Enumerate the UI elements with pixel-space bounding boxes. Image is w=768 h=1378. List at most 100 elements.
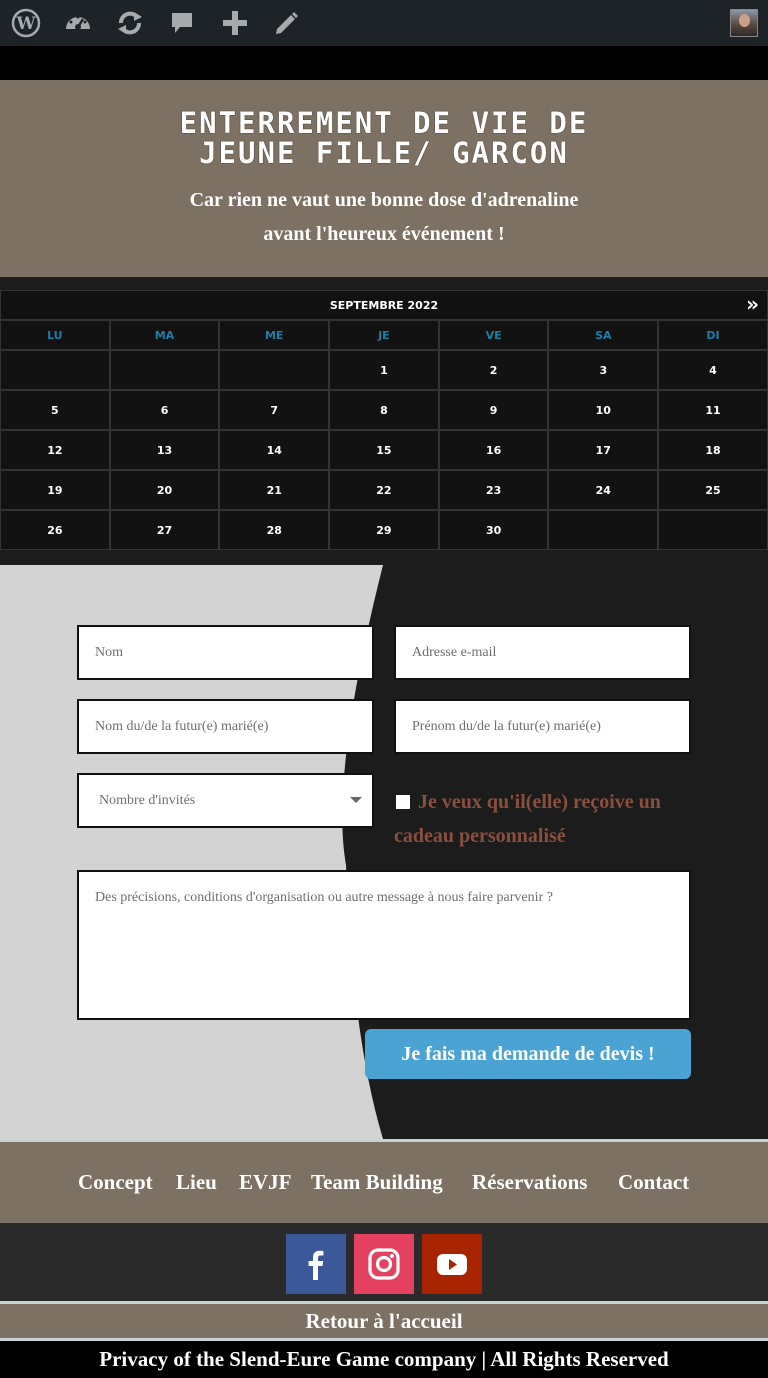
svg-text:W: W [15,14,36,34]
calendar-day[interactable]: 24 [548,470,659,510]
calendar-day[interactable]: 29 [329,510,439,550]
calendar-day[interactable]: 15 [329,430,439,470]
calendar-week-row: 1234 [0,350,768,390]
footer-link-evjf[interactable]: EVJF [239,1170,292,1195]
calendar-day[interactable]: 22 [329,470,439,510]
calendar-day[interactable]: 10 [548,390,659,430]
prenom-marie-field[interactable]: Prénom du/de la futur(e) marié(e) [394,699,691,754]
calendar-day[interactable]: 12 [0,430,110,470]
calendar-day[interactable]: 21 [219,470,330,510]
footer-link-team-building[interactable]: Team Building [311,1170,443,1195]
calendar-month: SEPTEMBRE 2022 [329,298,439,312]
email-placeholder: Adresse e-mail [412,644,497,660]
calendar-day[interactable]: 17 [548,430,659,470]
calendar-week-row: 26 27 28 29 30 [0,510,768,550]
calendar: SEPTEMBRE 2022 » LU MA ME JE VE SA DI 12… [0,290,768,550]
calendar-empty-day [219,350,330,390]
message-textarea[interactable]: Des précisions, conditions d'organisatio… [77,870,691,1020]
page-title-line-1: ENTERREMENT DE VIE DE [179,106,589,140]
calendar-header: SEPTEMBRE 2022 » [0,290,768,320]
calendar-next-button[interactable]: » [746,291,759,317]
quote-form-section: Nom Adresse e-mail Nom du/de la futur(e)… [0,565,768,1139]
weekday-label: VE [438,320,549,350]
section-spacer [0,277,768,290]
page-subtitle-line-2: avant l'heureux événement ! [263,223,505,245]
calendar-week-row: 5 6 7 8 9 10 11 [0,390,768,430]
prenom-marie-placeholder: Prénom du/de la futur(e) marié(e) [412,718,601,734]
page-subtitle-line-1: Car rien ne vaut une bonne dose d'adrena… [189,189,579,211]
calendar-day[interactable]: 9 [438,390,549,430]
calendar-week-row: 19 20 21 22 23 24 25 [0,470,768,510]
instagram-icon [368,1248,400,1280]
invites-select[interactable]: Nombre d'invités [77,773,374,828]
admin-bar: W [0,0,768,46]
privacy-notice: Privacy of the Slend-Eure Game company |… [0,1341,768,1378]
weekday-label: SA [548,320,659,350]
calendar-empty-day [658,510,768,550]
dashboard-icon[interactable] [62,7,94,39]
youtube-icon [437,1254,467,1275]
calendar-day[interactable]: 30 [438,510,549,550]
facebook-icon [308,1250,324,1280]
calendar-day[interactable]: 3 [548,350,659,390]
nom-marie-field[interactable]: Nom du/de la futur(e) marié(e) [77,699,374,754]
calendar-day[interactable]: 16 [438,430,549,470]
chevron-down-icon [350,797,362,803]
weekday-label: JE [329,320,439,350]
footer-link-concept[interactable]: Concept [78,1170,153,1195]
hero-section: ENTERREMENT DE VIE DE JEUNE FILLE/ GARCO… [0,80,768,277]
calendar-day[interactable]: 8 [329,390,439,430]
calendar-day[interactable]: 19 [0,470,110,510]
back-home-link[interactable]: Retour à l'accueil [0,1304,768,1338]
new-content-icon[interactable] [219,7,251,39]
calendar-empty-day [109,350,220,390]
calendar-day[interactable]: 14 [219,430,330,470]
calendar-day[interactable]: 28 [219,510,330,550]
message-placeholder: Des précisions, conditions d'organisatio… [95,890,553,905]
calendar-empty-day [0,350,110,390]
calendar-day[interactable]: 13 [109,430,220,470]
footer-link-lieu[interactable]: Lieu [176,1170,217,1195]
calendar-day[interactable]: 20 [109,470,220,510]
calendar-day[interactable]: 7 [219,390,330,430]
calendar-week-row: 12 13 14 15 16 17 18 [0,430,768,470]
calendar-day[interactable]: 11 [658,390,768,430]
submit-quote-button[interactable]: Je fais ma demande de devis ! [365,1029,691,1079]
social-bar [0,1223,768,1301]
page-title-line-2: JEUNE FILLE/ GARCON [199,136,569,170]
updates-icon[interactable] [114,7,146,39]
edit-icon[interactable] [270,7,302,39]
calendar-day[interactable]: 5 [0,390,110,430]
comments-icon[interactable] [166,7,198,39]
calendar-day[interactable]: 27 [109,510,220,550]
footer-link-contact[interactable]: Contact [618,1170,689,1195]
calendar-day[interactable]: 23 [438,470,549,510]
email-field[interactable]: Adresse e-mail [394,625,691,680]
nom-marie-placeholder: Nom du/de la futur(e) marié(e) [95,718,269,734]
wordpress-icon[interactable]: W [10,7,42,39]
calendar-day[interactable]: 25 [658,470,768,510]
calendar-day[interactable]: 1 [329,350,439,390]
footer-nav: Concept Lieu EVJF Team Building Réservat… [0,1142,768,1223]
youtube-button[interactable] [422,1234,482,1294]
page-title: ENTERREMENT DE VIE DE JEUNE FILLE/ GARCO… [0,108,768,168]
weekday-label: DI [658,320,768,350]
instagram-button[interactable] [354,1234,414,1294]
calendar-empty-day [548,510,659,550]
top-spacer [0,46,768,80]
calendar-day[interactable]: 2 [438,350,549,390]
gift-checkbox-label[interactable]: Je veux qu'il(elle) reçoive un cadeau pe… [394,785,704,853]
weekday-label: MA [109,320,220,350]
facebook-button[interactable] [286,1234,346,1294]
nom-field[interactable]: Nom [77,625,374,680]
calendar-day[interactable]: 26 [0,510,110,550]
page-subtitle: Car rien ne vaut une bonne dose d'adrena… [150,183,618,251]
calendar-day[interactable]: 18 [658,430,768,470]
footer-link-reservations[interactable]: Réservations [472,1170,587,1195]
calendar-day[interactable]: 6 [109,390,220,430]
weekday-label: LU [0,320,110,350]
user-avatar[interactable] [730,9,758,37]
calendar-day[interactable]: 4 [658,350,768,390]
calendar-grid: LU MA ME JE VE SA DI 1 2 3 4 5 6 7 8 9 10 11 12 13 14… [0,320,768,550]
nom-placeholder: Nom [95,644,123,660]
